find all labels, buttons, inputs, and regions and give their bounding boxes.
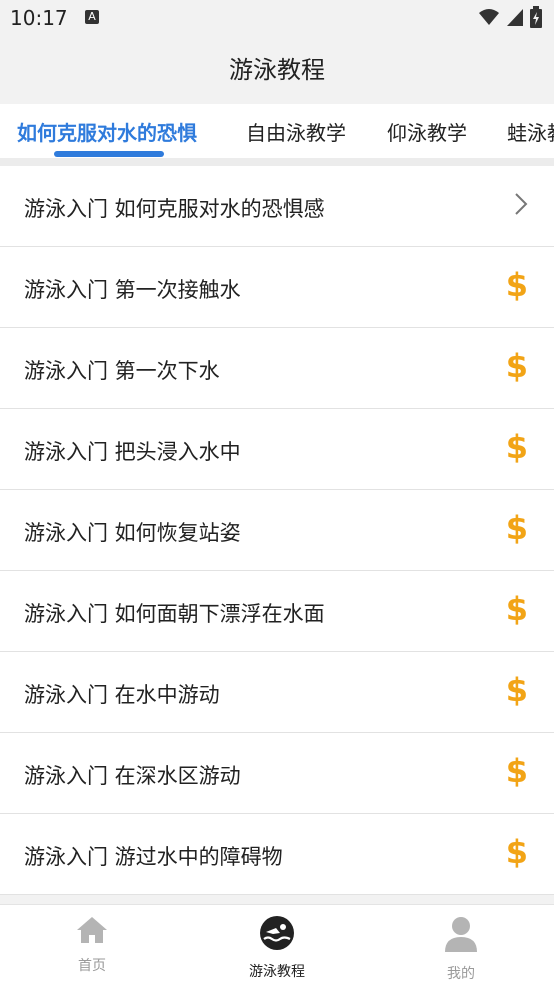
- category-tabs: 如何克服对水的恐惧 自由泳教学 仰泳教学 蛙泳教学: [0, 104, 554, 158]
- lesson-title: 游泳入门 把头浸入水中: [24, 440, 241, 464]
- dollar-icon: $: [505, 752, 528, 790]
- lesson-row[interactable]: 游泳入门 第一次接触水 $: [0, 247, 554, 328]
- lesson-title: 游泳入门 第一次下水: [24, 359, 220, 383]
- chevron-right-icon: [515, 193, 528, 215]
- home-icon: [77, 917, 107, 943]
- lesson-title: 游泳入门 如何面朝下漂浮在水面: [24, 602, 325, 626]
- battery-icon: [530, 6, 542, 28]
- signal-icon: [507, 9, 523, 26]
- nav-home[interactable]: 首页: [37, 915, 147, 975]
- user-icon: [445, 917, 477, 952]
- nav-label: 我的: [447, 966, 475, 982]
- bottom-nav: 首页 游泳教程 我的: [0, 904, 554, 985]
- page-title: 游泳教程: [229, 56, 325, 84]
- dollar-icon: $: [505, 509, 528, 547]
- lesson-row[interactable]: 游泳入门 如何面朝下漂浮在水面 $: [0, 571, 554, 652]
- lesson-title: 游泳入门 在水中游动: [24, 683, 220, 707]
- lesson-row[interactable]: 游泳入门 在水中游动 $: [0, 652, 554, 733]
- dollar-icon: $: [505, 428, 528, 466]
- lesson-title: 游泳入门 如何克服对水的恐惧感: [24, 197, 325, 221]
- nav-mine[interactable]: 我的: [406, 915, 516, 983]
- lesson-title: 游泳入门 在深水区游动: [24, 764, 241, 788]
- tab-breaststroke[interactable]: 蛙泳教学: [507, 117, 554, 146]
- app-header: 游泳教程: [0, 38, 554, 104]
- lesson-list: 游泳入门 如何克服对水的恐惧感 游泳入门 第一次接触水 $ 游泳入门 第一次下水…: [0, 166, 554, 895]
- tab-freestyle[interactable]: 自由泳教学: [246, 117, 346, 146]
- nav-label: 首页: [78, 958, 106, 974]
- tabs-divider: [0, 158, 554, 166]
- swimmer-icon: [260, 916, 294, 950]
- dollar-icon: $: [505, 266, 528, 304]
- dollar-icon: $: [505, 833, 528, 871]
- lesson-row[interactable]: 游泳入门 在深水区游动 $: [0, 733, 554, 814]
- lesson-title: 游泳入门 第一次接触水: [24, 278, 241, 302]
- tab-backstroke[interactable]: 仰泳教学: [387, 117, 467, 146]
- dollar-icon: $: [505, 590, 528, 628]
- nav-swim-tutorial[interactable]: 游泳教程: [222, 915, 332, 981]
- nav-label: 游泳教程: [249, 964, 305, 980]
- wifi-icon: [479, 9, 499, 25]
- lesson-row[interactable]: 游泳入门 把头浸入水中 $: [0, 409, 554, 490]
- status-time: 10:17: [10, 6, 68, 30]
- lesson-row[interactable]: 游泳入门 如何克服对水的恐惧感: [0, 166, 554, 247]
- lesson-row[interactable]: 游泳入门 游过水中的障碍物 $: [0, 814, 554, 895]
- active-tab-indicator: [54, 151, 164, 157]
- lesson-row[interactable]: 游泳入门 如何恢复站姿 $: [0, 490, 554, 571]
- status-bar: 10:17 A: [0, 0, 554, 38]
- lesson-title: 游泳入门 如何恢复站姿: [24, 521, 241, 545]
- notification-icon: A: [85, 10, 99, 24]
- dollar-icon: $: [505, 671, 528, 709]
- lesson-row[interactable]: 游泳入门 第一次下水 $: [0, 328, 554, 409]
- dollar-icon: $: [505, 347, 528, 385]
- lesson-title: 游泳入门 游过水中的障碍物: [24, 845, 283, 869]
- status-icons: [478, 6, 542, 28]
- tab-overcome-fear[interactable]: 如何克服对水的恐惧: [17, 117, 197, 146]
